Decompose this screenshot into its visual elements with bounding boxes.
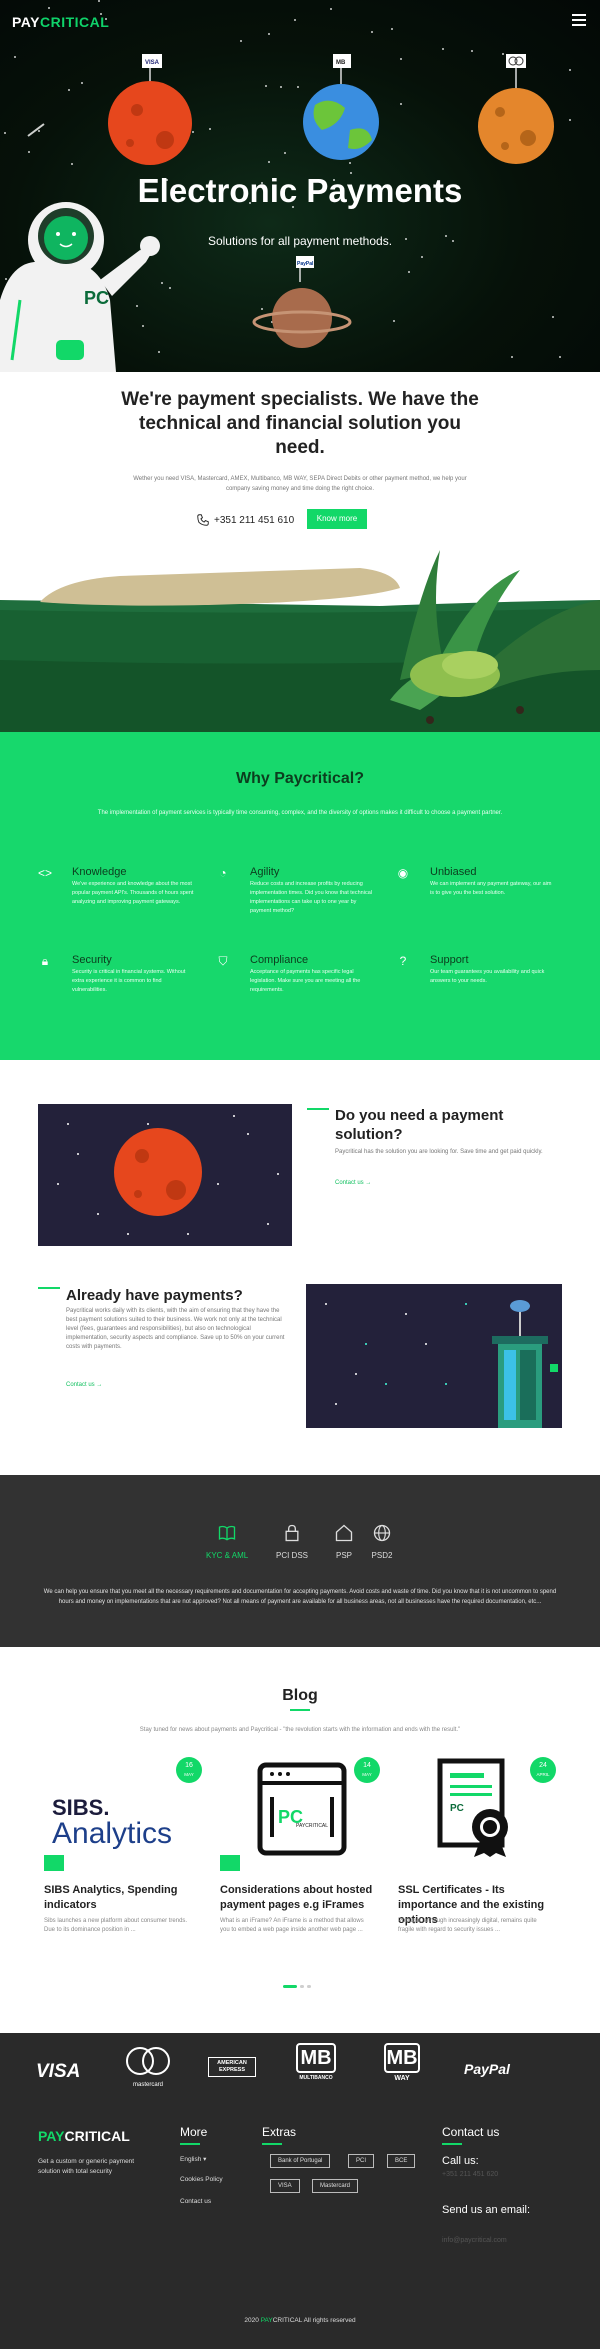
why-title: Why Paycritical? xyxy=(235,770,365,787)
extra-tag[interactable]: VISA xyxy=(270,2179,300,2193)
footer-accent-line xyxy=(442,2143,462,2145)
hero-title: Electronic Payments xyxy=(137,172,463,209)
footer-more-title: More xyxy=(180,2125,208,2139)
carousel-dots xyxy=(283,1985,311,1988)
tab-kyc-aml[interactable]: KYC & AML xyxy=(206,1523,248,1560)
tab-psp[interactable]: PSP xyxy=(332,1523,356,1560)
extra-tag[interactable]: Bank of Portugal xyxy=(270,2154,331,2168)
visa-logo: VISA xyxy=(36,2061,81,2082)
svg-text:PayPal: PayPal xyxy=(297,261,314,267)
blog-card-text: Sibs launches a new platform about consu… xyxy=(44,1918,188,1933)
section-accent-line xyxy=(38,1287,60,1289)
blog-title: Blog xyxy=(282,1687,318,1704)
solution-text: Paycritical has the solution you are loo… xyxy=(335,1149,543,1155)
book-icon xyxy=(215,1523,239,1547)
lock-icon xyxy=(280,1523,304,1547)
footer-extras-title: Extras xyxy=(262,2125,297,2139)
hero-subtitle: Solutions for all payment methods. xyxy=(207,234,393,248)
mbway-logo: MB WAY xyxy=(384,2043,420,2082)
call-value[interactable]: +351 211 451 620 xyxy=(442,2171,498,2178)
date-badge: 16 MAY xyxy=(176,1757,202,1783)
carousel-dot[interactable] xyxy=(283,1985,297,1988)
intro-section: We're payment specialists. We have the t… xyxy=(0,372,600,732)
visa-flag-text: VISA xyxy=(145,60,160,66)
landscape-illustration xyxy=(0,550,600,732)
footer-contact-link[interactable]: Contact us xyxy=(180,2198,211,2205)
footer-accent-line xyxy=(262,2143,282,2145)
astronaut-illustration: PC xyxy=(0,202,160,372)
intro-title: We're payment specialists. We have the t… xyxy=(121,389,479,458)
gauge-icon: ◔ xyxy=(219,866,227,880)
eye-icon: ◉ xyxy=(397,866,409,880)
blog-card-tag xyxy=(220,1855,240,1871)
globe-icon xyxy=(370,1523,394,1547)
satellite-building-image xyxy=(306,1284,562,1428)
mastercard-logo: mastercard xyxy=(120,2045,176,2088)
solution-title: Do you need a payment solution? xyxy=(335,1107,504,1143)
email-label: Send us an email: xyxy=(442,2204,531,2216)
intro-description: Wether you need VISA, Mastercard, AMEX, … xyxy=(133,476,467,492)
email-value[interactable]: info@paycritical.com xyxy=(442,2237,507,2244)
carousel-dot[interactable] xyxy=(300,1985,304,1988)
planet-image xyxy=(38,1104,292,1246)
svg-text:PC: PC xyxy=(84,288,109,308)
shield-icon: ⛉ xyxy=(218,954,228,968)
compliance-text: We can help you ensure that you meet all… xyxy=(43,1589,557,1605)
svg-text:PAYCRITICAL: PAYCRITICAL xyxy=(296,1823,328,1829)
hero-section: PAYCRITICAL VISA MB PayPal PC Electronic… xyxy=(0,0,600,372)
why-section: Why Paycritical? The implementation of p… xyxy=(0,732,600,1060)
blog-section: Blog Stay tuned for news about payments … xyxy=(0,1647,600,2033)
blog-card-tag xyxy=(44,1855,64,1871)
svg-text:PC: PC xyxy=(450,1803,464,1814)
blog-subtitle: Stay tuned for news about payments and P… xyxy=(139,1727,461,1733)
solutions-section: Do you need a payment solution? Paycriti… xyxy=(0,1060,600,1475)
footer-tagline: Get a custom or generic payment solution… xyxy=(38,2158,135,2175)
blog-card-text: Portugal, although increasingly digital,… xyxy=(398,1918,537,1933)
carousel-dot[interactable] xyxy=(307,1985,311,1988)
amex-logo: AMERICAN EXPRESS xyxy=(208,2057,256,2077)
code-icon: <> xyxy=(38,866,53,880)
blog-card-text: What is an iFrame? An iFrame is a method… xyxy=(220,1918,364,1933)
blog-card-title[interactable]: SIBS Analytics, Spending indicators xyxy=(44,1883,204,1913)
svg-text:MB: MB xyxy=(336,60,346,66)
footer: VISA mastercard AMERICAN EXPRESS MB MULT… xyxy=(0,2033,600,2349)
date-badge: 24 APRIL xyxy=(530,1757,556,1783)
already-contact-link[interactable]: Contact us → xyxy=(66,1382,102,1388)
know-more-button[interactable]: Know more xyxy=(307,509,367,529)
compliance-section: KYC & AML PCI DSS PSP PSD2 We can help y… xyxy=(0,1475,600,1647)
lock-icon: 🔒︎ xyxy=(41,954,49,968)
multibanco-logo: MB MULTIBANCO xyxy=(296,2043,336,2081)
why-description: The implementation of payment services i… xyxy=(97,810,503,816)
section-accent-line xyxy=(290,1709,310,1711)
tab-pci-dss[interactable]: PCI DSS xyxy=(276,1523,308,1560)
blog-card-title[interactable]: Considerations about hosted payment page… xyxy=(220,1883,380,1913)
date-badge: 14 MAY xyxy=(354,1757,380,1783)
extra-tag[interactable]: Mastercard xyxy=(312,2179,359,2193)
footer-logo[interactable]: PAYCRITICAL xyxy=(38,2128,130,2144)
already-text: Paycritical works daily with its clients… xyxy=(66,1308,285,1350)
extra-tag[interactable]: BCE xyxy=(387,2154,416,2168)
language-selector[interactable]: English ▾ xyxy=(180,2155,206,2163)
phone-number: +351 211 451 610 xyxy=(214,514,295,526)
home-icon xyxy=(332,1523,356,1547)
phone-link[interactable]: +351 211 451 610 xyxy=(196,513,294,527)
question-icon: ? xyxy=(399,954,407,968)
already-title: Already have payments? xyxy=(66,1287,243,1304)
cookies-policy-link[interactable]: Cookies Policy xyxy=(180,2176,223,2183)
extra-tag[interactable]: PCI xyxy=(348,2154,375,2168)
section-accent-line xyxy=(307,1108,329,1110)
tab-psd2[interactable]: PSD2 xyxy=(370,1523,394,1560)
footer-contact-title: Contact us xyxy=(442,2125,500,2139)
call-label: Call us: xyxy=(442,2155,479,2167)
copyright: 2020 PAYCRITICAL All rights reserved xyxy=(244,2317,356,2324)
phone-icon xyxy=(197,514,209,526)
footer-accent-line xyxy=(180,2143,200,2145)
paypal-logo: PayPal xyxy=(464,2061,510,2077)
solution-contact-link[interactable]: Contact us → xyxy=(335,1180,371,1186)
